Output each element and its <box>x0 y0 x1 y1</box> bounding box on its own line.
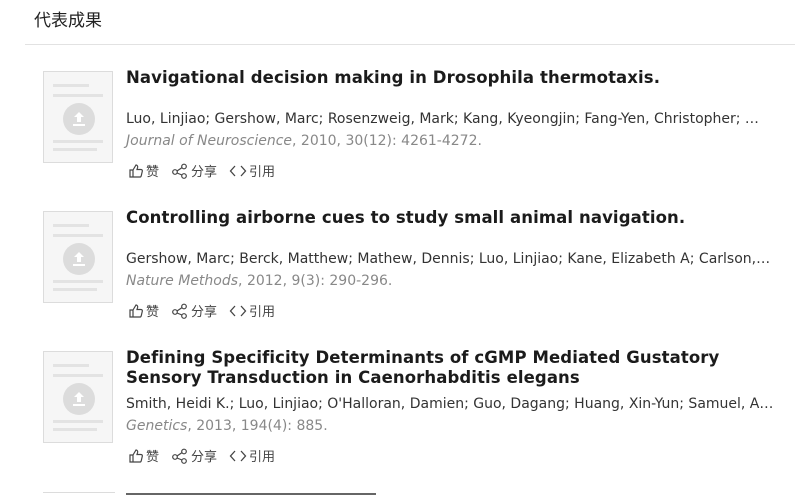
code-brackets-icon <box>229 165 247 176</box>
paper-authors: Luo, Linjiao; Gershow, Marc; Rosenzweig,… <box>126 111 759 127</box>
paper-title[interactable]: Controlling airborne cues to study small… <box>126 208 786 228</box>
cite-label: 引用 <box>249 165 276 180</box>
paper-journal: Nature Methods <box>126 273 239 289</box>
paper-actions: 赞 分享 引用 <box>128 301 275 320</box>
share-icon <box>172 163 187 179</box>
paper-thumbnail[interactable] <box>43 211 113 303</box>
paper-item: Defining Specificity Determinants of cGM… <box>0 348 797 479</box>
thumbs-up-icon <box>129 163 143 178</box>
paper-actions: 赞 分享 引用 <box>128 161 275 180</box>
paper-authors: Smith, Heidi K.; Luo, Linjiao; O'Hallora… <box>126 396 774 412</box>
paper-venue: Journal of Neuroscience, 2010, 30(12): 4… <box>126 133 482 149</box>
like-button[interactable]: 赞 <box>128 161 159 180</box>
paper-title[interactable]: Defining Specificity Determinants of cGM… <box>126 348 786 388</box>
share-icon <box>172 448 187 464</box>
like-label: 赞 <box>146 305 160 320</box>
share-label: 分享 <box>191 165 218 180</box>
share-icon <box>172 303 187 319</box>
section-title: 代表成果 <box>34 11 102 31</box>
upload-icon <box>63 243 95 275</box>
share-button[interactable]: 分享 <box>171 161 217 180</box>
share-label: 分享 <box>191 450 218 465</box>
cite-button[interactable]: 引用 <box>229 161 275 180</box>
paper-thumbnail[interactable] <box>43 71 113 163</box>
paper-journal: Journal of Neuroscience <box>126 133 293 149</box>
thumbs-up-icon <box>129 303 143 318</box>
cite-label: 引用 <box>249 305 276 320</box>
like-button[interactable]: 赞 <box>128 446 159 465</box>
paper-item: Navigational decision making in Drosophi… <box>0 68 797 199</box>
like-button[interactable]: 赞 <box>128 301 159 320</box>
paper-details: , 2012, 9(3): 290-296. <box>238 273 393 289</box>
share-button[interactable]: 分享 <box>171 446 217 465</box>
divider <box>25 44 795 45</box>
cite-button[interactable]: 引用 <box>229 301 275 320</box>
paper-actions: 赞 分享 引用 <box>128 446 275 465</box>
cite-button[interactable]: 引用 <box>229 446 275 465</box>
like-label: 赞 <box>146 165 160 180</box>
like-label: 赞 <box>146 450 160 465</box>
paper-details: , 2013, 194(4): 885. <box>187 418 328 434</box>
cite-label: 引用 <box>249 450 276 465</box>
next-paper-title-partial <box>126 490 386 497</box>
next-paper-thumbnail-partial <box>43 492 115 498</box>
paper-venue: Nature Methods, 2012, 9(3): 290-296. <box>126 273 392 289</box>
share-label: 分享 <box>191 305 218 320</box>
paper-item: Controlling airborne cues to study small… <box>0 208 797 339</box>
paper-thumbnail[interactable] <box>43 351 113 443</box>
share-button[interactable]: 分享 <box>171 301 217 320</box>
code-brackets-icon <box>229 450 247 461</box>
upload-icon <box>63 383 95 415</box>
thumbs-up-icon <box>129 448 143 463</box>
paper-venue: Genetics, 2013, 194(4): 885. <box>126 418 328 434</box>
paper-authors: Gershow, Marc; Berck, Matthew; Mathew, D… <box>126 251 771 267</box>
code-brackets-icon <box>229 305 247 316</box>
paper-journal: Genetics <box>126 418 188 434</box>
paper-title[interactable]: Navigational decision making in Drosophi… <box>126 68 786 88</box>
upload-icon <box>63 103 95 135</box>
paper-details: , 2010, 30(12): 4261-4272. <box>292 133 482 149</box>
